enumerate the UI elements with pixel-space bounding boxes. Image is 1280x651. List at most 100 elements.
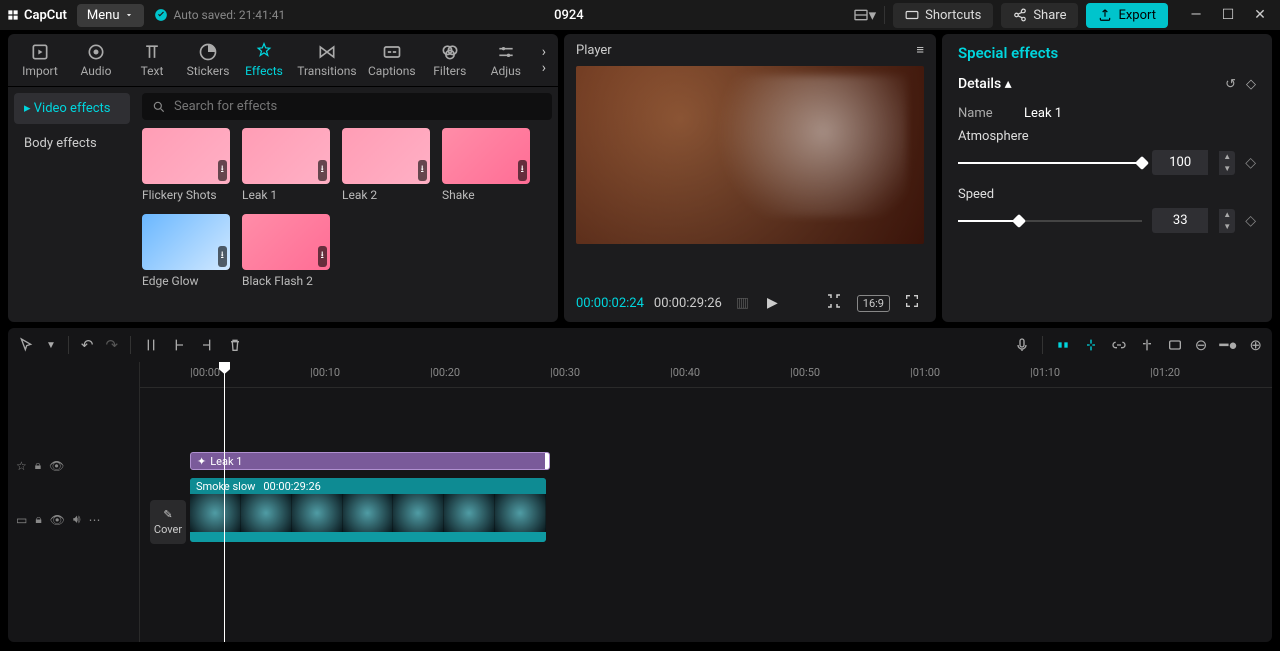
category-video-effects[interactable]: ▸ Video effects bbox=[14, 93, 130, 124]
export-button[interactable]: Export bbox=[1086, 3, 1168, 28]
atmosphere-slider[interactable] bbox=[958, 156, 1142, 170]
more-icon[interactable]: ⋯ bbox=[89, 513, 101, 527]
zoom-out-icon[interactable]: ⊖ bbox=[1195, 336, 1208, 354]
playhead[interactable] bbox=[224, 362, 225, 642]
autosave-status: Auto saved: 21:41:41 bbox=[154, 8, 286, 22]
effect-item[interactable]: ⭳Flickery Shots bbox=[142, 128, 230, 202]
redo-icon[interactable]: ↷ bbox=[105, 336, 118, 354]
keyframe-diamond-icon[interactable]: ◇ bbox=[1246, 77, 1256, 92]
layout-icon[interactable]: ▾ bbox=[853, 6, 877, 24]
sparkle-icon: ✦ bbox=[197, 455, 206, 468]
tab-text[interactable]: Text bbox=[128, 38, 176, 82]
timeline-ruler[interactable]: |00:00 |00:10 |00:20 |00:30 |00:40 |00:5… bbox=[140, 362, 1272, 388]
undo-icon[interactable]: ↺ bbox=[1225, 77, 1236, 92]
video-clip[interactable]: Smoke slow 00:00:29:26 bbox=[190, 478, 546, 542]
speaker-icon[interactable]: 🔊︎ bbox=[73, 512, 81, 527]
download-icon[interactable]: ⭳ bbox=[218, 160, 228, 181]
menu-button[interactable]: Menu bbox=[77, 4, 144, 27]
split-icon[interactable] bbox=[143, 337, 159, 353]
zoom-slider[interactable]: ━● bbox=[1219, 336, 1237, 354]
effect-item[interactable]: ⭳Shake bbox=[442, 128, 530, 202]
tab-effects[interactable]: Effects bbox=[240, 38, 288, 82]
tab-captions[interactable]: Captions bbox=[366, 38, 418, 82]
share-button[interactable]: Share bbox=[1001, 3, 1078, 28]
download-icon[interactable]: ⭳ bbox=[418, 160, 428, 181]
maximize-icon[interactable]: ☐ bbox=[1214, 7, 1242, 23]
link-icon[interactable] bbox=[1111, 337, 1127, 353]
tab-import[interactable]: Import bbox=[16, 38, 64, 82]
undo-icon[interactable]: ↶ bbox=[81, 336, 94, 354]
download-icon[interactable]: ⭳ bbox=[518, 160, 528, 181]
effect-item[interactable]: ⭳Edge Glow bbox=[142, 214, 230, 288]
delete-icon[interactable] bbox=[227, 337, 243, 353]
atmosphere-spinner[interactable]: ▲▼ bbox=[1219, 151, 1235, 175]
project-title: 0924 bbox=[295, 8, 842, 23]
keyframe-diamond-icon[interactable]: ◇ bbox=[1245, 213, 1256, 229]
inspector-title: Special effects bbox=[958, 44, 1256, 62]
tool-tabs: Import Audio Text Stickers Effects Trans… bbox=[8, 34, 558, 87]
preview-icon[interactable] bbox=[1167, 337, 1183, 353]
effect-item[interactable]: ⭳Leak 1 bbox=[242, 128, 330, 202]
effect-item[interactable]: ⭳Leak 2 bbox=[342, 128, 430, 202]
pencil-icon: ✎ bbox=[163, 508, 172, 521]
magnet-icon[interactable] bbox=[1055, 337, 1071, 353]
effect-clip[interactable]: ✦ Leak 1 bbox=[190, 452, 550, 470]
effects-search[interactable] bbox=[142, 93, 552, 120]
zoom-in-icon[interactable]: ⊕ bbox=[1249, 336, 1262, 354]
tab-audio[interactable]: Audio bbox=[72, 38, 120, 82]
trim-right-icon[interactable] bbox=[199, 337, 215, 353]
trim-left-icon[interactable] bbox=[171, 337, 187, 353]
player-title: Player bbox=[576, 43, 612, 58]
keyframe-diamond-icon[interactable]: ◇ bbox=[1245, 155, 1256, 171]
effect-item[interactable]: ⭳Black Flash 2 bbox=[242, 214, 330, 288]
player-viewport[interactable] bbox=[564, 66, 936, 284]
speed-spinner[interactable]: ▲▼ bbox=[1219, 209, 1235, 233]
download-icon[interactable]: ⭳ bbox=[218, 246, 228, 267]
mic-icon[interactable] bbox=[1014, 337, 1030, 353]
tab-filters[interactable]: Filters bbox=[426, 38, 474, 82]
fullscreen-icon[interactable] bbox=[900, 293, 924, 313]
clip-duration: 00:00:29:26 bbox=[263, 480, 320, 493]
pointer-icon[interactable] bbox=[18, 337, 34, 353]
category-body-effects[interactable]: Body effects bbox=[14, 128, 130, 159]
search-input[interactable] bbox=[174, 99, 542, 114]
expand-tabs-icon[interactable]: ›› bbox=[538, 44, 550, 76]
aspect-ratio[interactable]: 16:9 bbox=[857, 295, 890, 312]
name-value: Leak 1 bbox=[1024, 106, 1062, 121]
align-icon[interactable] bbox=[1139, 337, 1155, 353]
atmosphere-input[interactable] bbox=[1152, 150, 1208, 175]
video-icon[interactable]: ▭ bbox=[16, 513, 27, 527]
pointer-dropdown-icon[interactable]: ▼ bbox=[46, 340, 56, 351]
details-heading[interactable]: Details ▴ bbox=[958, 76, 1012, 92]
name-label: Name bbox=[958, 106, 1010, 121]
speed-slider[interactable] bbox=[958, 214, 1142, 228]
player-panel: Player ≡ 00:00:02:24 00:00:29:26 ▥ ▶ 16:… bbox=[564, 34, 936, 322]
download-icon[interactable]: ⭳ bbox=[318, 160, 328, 181]
close-icon[interactable]: ✕ bbox=[1246, 7, 1274, 23]
star-icon[interactable]: ☆ bbox=[16, 459, 27, 473]
timeline: ☆ 🔒︎ 👁︎ ▭ 🔒︎ 👁︎ 🔊︎ ⋯ |00:00 |00:10 |00:2… bbox=[8, 362, 1272, 642]
tab-transitions[interactable]: Transitions bbox=[296, 38, 358, 82]
lock-icon[interactable]: 🔒︎ bbox=[35, 458, 41, 473]
total-time: 00:00:29:26 bbox=[654, 296, 722, 311]
tab-adjust[interactable]: Adjus bbox=[482, 38, 530, 82]
snap-icon[interactable] bbox=[1083, 337, 1099, 353]
media-panel: Import Audio Text Stickers Effects Trans… bbox=[8, 34, 558, 322]
titlebar: CapCut Menu Auto saved: 21:41:41 0924 ▾ … bbox=[0, 0, 1280, 30]
eye-icon[interactable]: 👁︎ bbox=[49, 459, 64, 473]
play-icon[interactable]: ▶ bbox=[763, 295, 782, 311]
compare-icon[interactable]: ▥ bbox=[732, 295, 753, 311]
download-icon[interactable]: ⭳ bbox=[318, 246, 328, 267]
eye-icon[interactable]: 👁︎ bbox=[50, 513, 65, 527]
video-track-controls[interactable]: ▭ 🔒︎ 👁︎ 🔊︎ ⋯ bbox=[16, 512, 101, 527]
shortcuts-button[interactable]: Shortcuts bbox=[893, 3, 993, 28]
effect-track-controls[interactable]: ☆ 🔒︎ 👁︎ bbox=[16, 458, 64, 473]
crop-icon[interactable] bbox=[821, 292, 847, 314]
player-menu-icon[interactable]: ≡ bbox=[916, 42, 924, 58]
speed-input[interactable] bbox=[1152, 208, 1208, 233]
cover-button[interactable]: ✎ Cover bbox=[150, 500, 186, 544]
lock-icon[interactable]: 🔒︎ bbox=[35, 512, 41, 527]
minimize-icon[interactable]: — bbox=[1182, 7, 1210, 23]
tab-stickers[interactable]: Stickers bbox=[184, 38, 232, 82]
search-icon bbox=[152, 100, 166, 114]
